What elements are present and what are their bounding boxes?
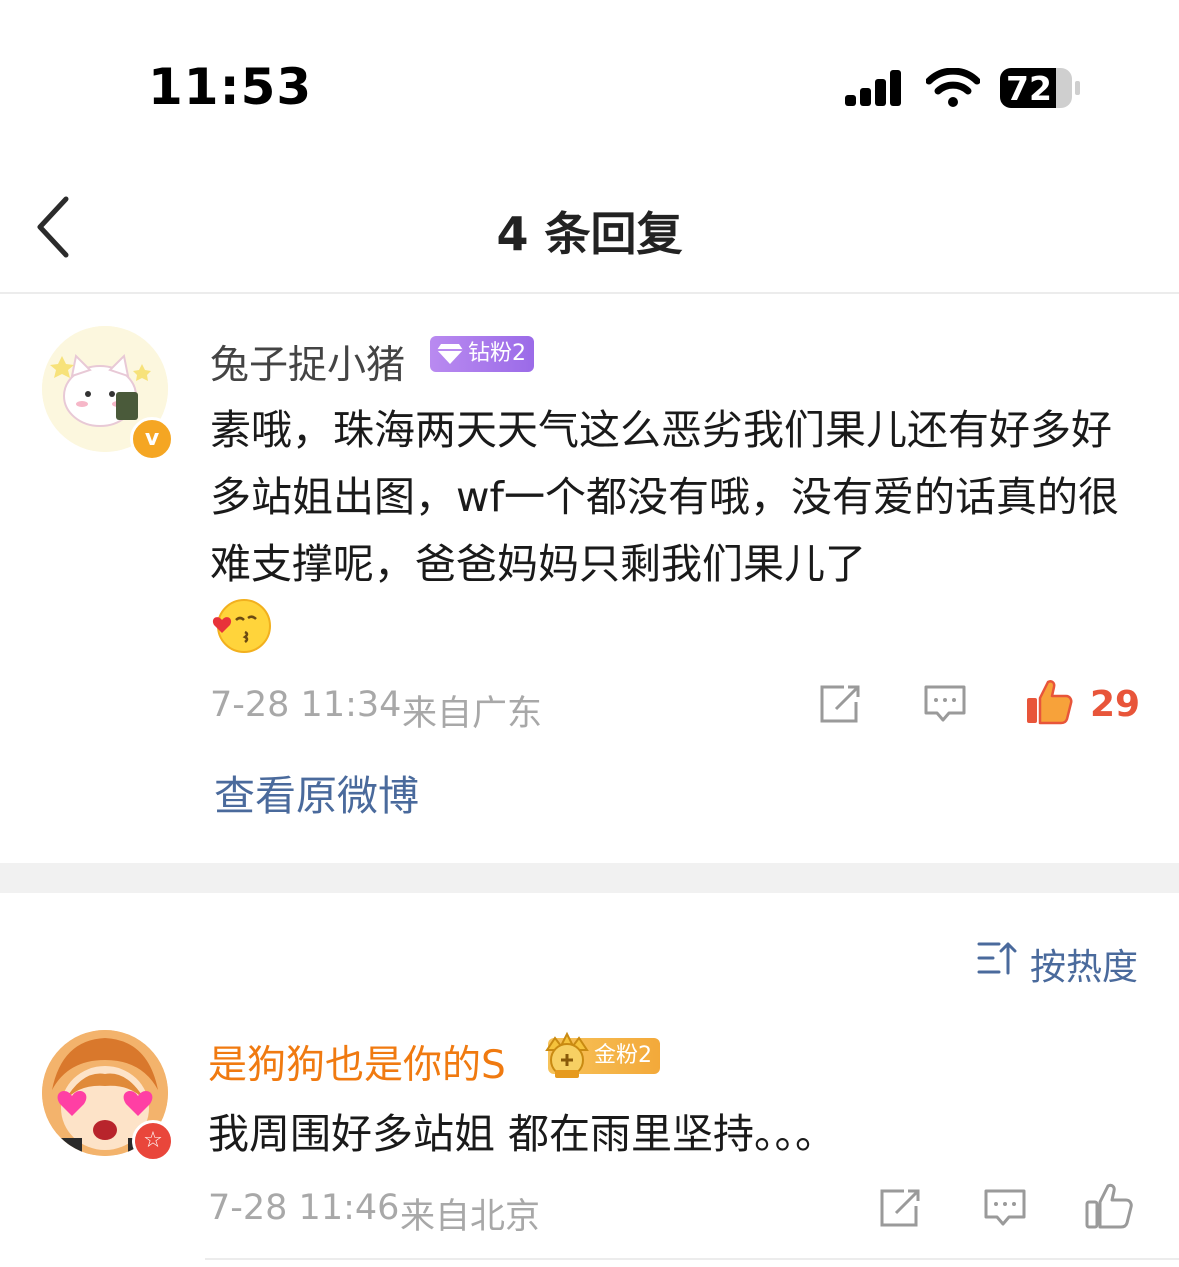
comment-text: 素哦，珠海两天天气这么恶劣我们果儿还有好多好多站姐出图，wf一个都没有哦，没有爱… (210, 406, 1119, 588)
timestamp: 7-28 11:34 (210, 685, 402, 725)
username[interactable]: 是狗狗也是你的S (208, 1034, 506, 1090)
location: 来自广东 (402, 694, 543, 734)
cellular-signal-icon (845, 70, 901, 106)
battery-level: 72 (1006, 69, 1052, 108)
sort-by-heat-button[interactable]: 按热度 (1030, 938, 1138, 990)
comment-icon[interactable] (983, 1188, 1027, 1228)
location: 来自北京 (400, 1197, 541, 1237)
divider (205, 1258, 1179, 1260)
page-title: 4 条回复 (496, 207, 683, 261)
crown-icon (545, 1031, 589, 1078)
comment-icon[interactable] (923, 684, 967, 724)
thumbs-up-icon[interactable] (1084, 1182, 1134, 1230)
like-count: 29 (1090, 684, 1141, 725)
username[interactable]: 兔子捉小猪 (210, 334, 405, 390)
comment-text: 我周围好多站姐 都在雨里坚持。。。 (208, 1110, 837, 1158)
section-divider (0, 863, 1179, 893)
sort-icon[interactable] (977, 940, 1017, 976)
repost-icon[interactable] (818, 684, 862, 724)
divider (0, 292, 1179, 294)
status-time: 11:53 (148, 58, 313, 116)
diamond-icon (437, 344, 463, 364)
kissing-face-emoji-icon (212, 599, 271, 653)
view-original-link[interactable]: 查看原微博 (214, 762, 419, 822)
vip-badge-icon: ☆ (132, 1120, 174, 1162)
verified-badge-icon: v (130, 417, 174, 461)
repost-icon[interactable] (878, 1188, 922, 1228)
thumbs-up-icon[interactable] (1024, 678, 1074, 726)
wifi-icon (926, 68, 980, 107)
timestamp: 7-28 11:46 (208, 1188, 400, 1228)
